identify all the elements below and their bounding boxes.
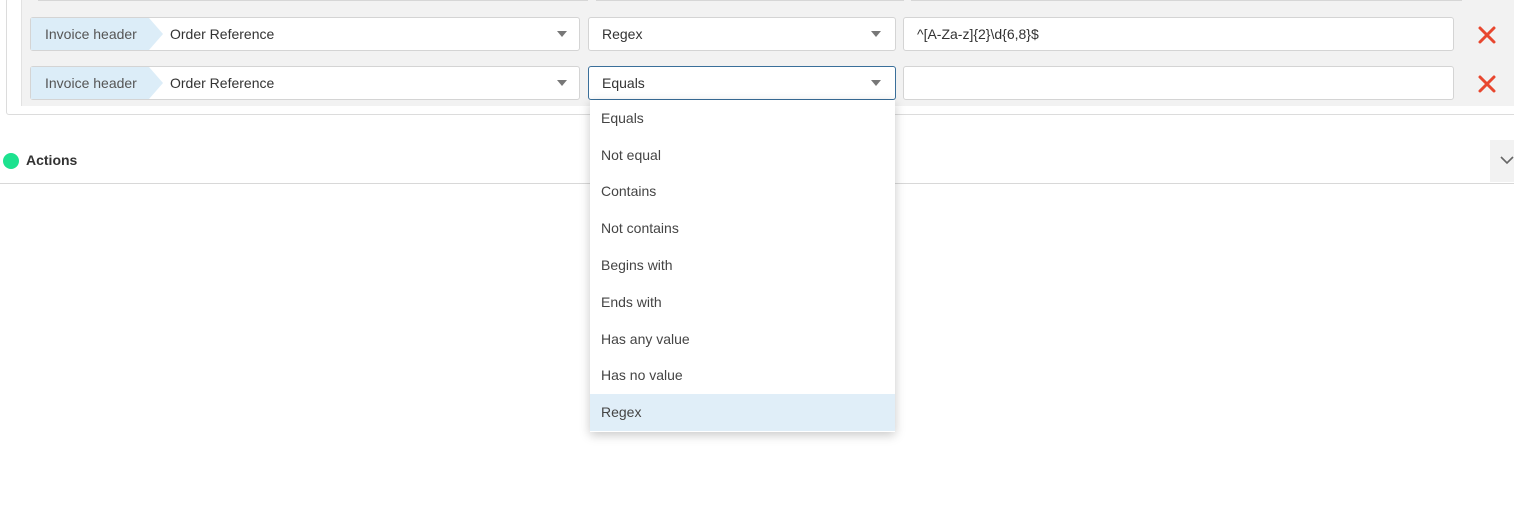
value-input[interactable] — [903, 66, 1454, 100]
field-select[interactable]: Invoice header Order Reference — [30, 66, 580, 100]
operator-value: Equals — [602, 75, 645, 91]
close-icon[interactable] — [1477, 25, 1497, 45]
previous-row-edge — [911, 0, 1462, 1]
dropdown-option-has-no-value[interactable]: Has no value — [590, 357, 895, 394]
dropdown-option-contains[interactable]: Contains — [590, 173, 895, 210]
operator-select[interactable]: Equals — [588, 66, 896, 100]
expand-toggle[interactable] — [1490, 140, 1514, 182]
value-text: ^[A-Za-z]{2}\d{6,8}$ — [917, 26, 1039, 42]
condition-row: Invoice header Order Reference Regex ^[A… — [0, 17, 1514, 51]
operator-value: Regex — [602, 26, 643, 42]
previous-row-edge — [596, 0, 904, 1]
field-select[interactable]: Invoice header Order Reference — [30, 17, 580, 51]
chevron-down-icon — [1500, 156, 1514, 165]
field-name: Order Reference — [170, 75, 275, 91]
dropdown-option-not-equal[interactable]: Not equal — [590, 137, 895, 174]
field-name: Order Reference — [170, 26, 275, 42]
caret-down-icon — [557, 31, 567, 37]
dropdown-option-ends-with[interactable]: Ends with — [590, 284, 895, 321]
caret-down-icon — [871, 31, 881, 37]
condition-row: Invoice header Order Reference Equals — [0, 66, 1514, 100]
previous-row-edge — [38, 0, 588, 1]
value-input[interactable]: ^[A-Za-z]{2}\d{6,8}$ — [903, 17, 1454, 51]
source-tag: Invoice header — [31, 67, 163, 99]
section-title: Actions — [26, 152, 78, 168]
operator-select[interactable]: Regex — [588, 17, 896, 51]
source-tag: Invoice header — [31, 18, 163, 50]
dropdown-option-equals[interactable]: Equals — [590, 100, 895, 137]
close-icon[interactable] — [1477, 74, 1497, 94]
dropdown-option-begins-with[interactable]: Begins with — [590, 247, 895, 284]
dropdown-option-regex[interactable]: Regex — [590, 394, 895, 431]
dropdown-option-has-any-value[interactable]: Has any value — [590, 321, 895, 358]
dropdown-option-not-contains[interactable]: Not contains — [590, 210, 895, 247]
status-dot — [3, 153, 19, 169]
operator-dropdown-menu: Equals Not equal Contains Not contains B… — [590, 100, 895, 432]
caret-down-icon — [557, 80, 567, 86]
caret-down-icon — [871, 80, 881, 86]
